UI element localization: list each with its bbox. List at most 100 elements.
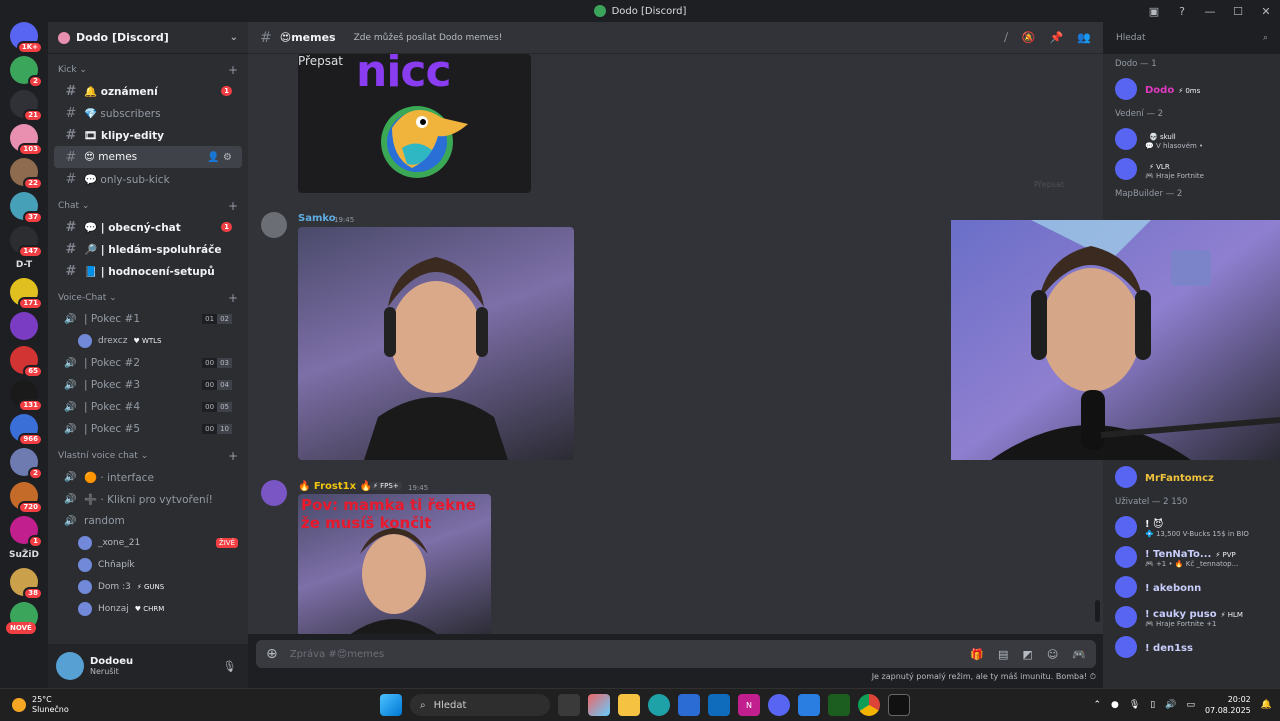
chevron-up-icon[interactable]: ⌃ xyxy=(1093,700,1101,710)
text-channel[interactable]: # 😍 memes 👤 ⚙ xyxy=(54,146,242,168)
taskbar-search[interactable]: ⌕ Hledat xyxy=(410,694,550,716)
text-channel[interactable]: # 🔎 | hledám-spoluhráče xyxy=(54,238,242,260)
frost-meme-image[interactable]: Pov: mamka ti řekne že musíš končit xyxy=(298,494,491,634)
server-icon[interactable]: 131 xyxy=(10,380,43,412)
text-channel[interactable]: # 🔔 oznámení 1 xyxy=(54,80,242,102)
text-channel[interactable]: # 📘 | hodnocení-setupů xyxy=(54,260,242,282)
task-view-icon[interactable] xyxy=(558,694,580,716)
member-item[interactable]: ! cauky puso ⚡ HLM 🎮 Hraje Fortnite +1 xyxy=(1103,602,1280,632)
message-author[interactable]: Samko xyxy=(298,213,336,224)
notification-bell-icon[interactable]: 🔕 xyxy=(1022,31,1036,45)
terminal-icon[interactable] xyxy=(828,694,850,716)
member-item[interactable]: Dodo ⚡ 0ms xyxy=(1103,74,1280,104)
avatar[interactable] xyxy=(261,480,287,506)
minimize-button[interactable]: — xyxy=(1196,5,1224,18)
copilot-icon[interactable] xyxy=(588,694,610,716)
text-channel[interactable]: # 💬 | obecný-chat 1 xyxy=(54,216,242,238)
server-icon[interactable]: 171 xyxy=(10,278,43,310)
voice-channel[interactable]: 🔊 | Pokec #2 00 03 xyxy=(54,352,242,374)
text-channel[interactable]: # 💬 only-sub-kick xyxy=(54,168,242,190)
voice-user[interactable]: Chňapík xyxy=(48,554,248,576)
search-input[interactable]: Hledat ⌕ xyxy=(1110,28,1274,48)
server-icon[interactable]: 21 xyxy=(10,90,43,122)
category-header[interactable]: Kick ⌄ + xyxy=(48,60,248,80)
next-icon[interactable]: N xyxy=(738,694,760,716)
windows-start-icon[interactable] xyxy=(380,694,402,716)
voice-channel[interactable]: 🔊 🟠 · interface xyxy=(54,466,242,488)
member-item[interactable]: ! TenNaTo... ⚡ PVP 🎮 +1 • 🔥 Kč _tennatop..… xyxy=(1103,542,1280,572)
member-item[interactable]: ! akebonn xyxy=(1103,572,1280,602)
voice-channel[interactable]: 🔊 | Pokec #3 00 04 xyxy=(54,374,242,396)
volume-icon[interactable]: 🔊 xyxy=(1165,700,1176,710)
help-icon[interactable]: ? xyxy=(1168,5,1196,18)
category-header[interactable]: Voice-Chat ⌄ + xyxy=(48,288,248,308)
server-label[interactable]: D-T xyxy=(0,260,48,270)
discord-icon[interactable] xyxy=(768,694,790,716)
gift-icon[interactable]: 🎁 xyxy=(970,648,984,661)
voice-user[interactable]: Dom :3 ⚡ GUNS xyxy=(48,576,248,598)
voice-channel[interactable]: 🔊 | Pokec #5 00 10 xyxy=(54,418,242,440)
add-channel-icon[interactable]: + xyxy=(228,199,238,213)
category-header[interactable]: Chat ⌄ + xyxy=(48,196,248,216)
voice-channel[interactable]: 🔊 ➕ · Klikni pro vytvoření! xyxy=(54,488,242,510)
server-label[interactable]: SuŽiD xyxy=(0,550,48,560)
server-icon[interactable]: 1 xyxy=(10,516,43,548)
weather-widget[interactable]: 25°C Slunečno xyxy=(0,695,69,715)
member-item[interactable]: ⚡ VLR 🎮 Hraje Fortnite xyxy=(1103,154,1280,184)
nicc-meme-image[interactable]: nicc Přepsat xyxy=(298,54,531,193)
text-channel[interactable]: # 💎 subscribers xyxy=(54,102,242,124)
epic-games-icon[interactable] xyxy=(888,694,910,716)
store-icon[interactable] xyxy=(678,694,700,716)
voice-channel[interactable]: 🔊 random xyxy=(54,510,242,532)
category-header[interactable]: Vlastní voice chat ⌄ + xyxy=(48,446,248,466)
server-icon[interactable]: 966 xyxy=(10,414,43,446)
server-icon[interactable]: 65 xyxy=(10,346,43,378)
new-servers-badge[interactable]: NOVÉ xyxy=(6,622,36,634)
message-author[interactable]: 🔥 Frost1x 🔥 xyxy=(298,481,372,492)
member-item[interactable]: ! den1ss xyxy=(1103,632,1280,662)
clock[interactable]: 20:02 07.08.2025 xyxy=(1205,694,1251,716)
server-icon[interactable] xyxy=(10,312,38,340)
scrollbar[interactable] xyxy=(1095,600,1100,622)
message-composer[interactable]: ⊕ Zpráva #😍memes 🎁 ▤ ◩ ☺ 🎮 xyxy=(256,640,1096,668)
voice-user[interactable]: _xone_21 ŽIVĚ xyxy=(48,532,248,554)
threads-icon[interactable]: ⧸ xyxy=(1004,31,1008,45)
chrome-icon[interactable] xyxy=(858,694,880,716)
server-icon[interactable]: 2 xyxy=(10,56,43,88)
server-icon[interactable]: 38 xyxy=(10,568,43,600)
microphone-icon[interactable]: 🎙 xyxy=(222,660,236,673)
app-icon[interactable] xyxy=(798,694,820,716)
edge-icon[interactable] xyxy=(648,694,670,716)
invite-settings-icon[interactable]: 👤 ⚙ xyxy=(207,152,232,163)
add-channel-icon[interactable]: + xyxy=(228,63,238,77)
voice-channel[interactable]: 🔊 | Pokec #1 01 02 xyxy=(54,308,242,330)
samko-meme-image[interactable] xyxy=(298,227,574,460)
server-icon[interactable]: 720 xyxy=(10,482,43,514)
outlook-icon[interactable] xyxy=(708,694,730,716)
tray-app-icon[interactable]: ● xyxy=(1111,700,1119,710)
avatar[interactable] xyxy=(56,652,84,680)
microphone-icon[interactable]: 🎙 xyxy=(1129,700,1140,710)
add-channel-icon[interactable]: + xyxy=(228,449,238,463)
member-item[interactable]: MrFantomcz xyxy=(1103,462,1280,492)
close-button[interactable]: ✕ xyxy=(1252,5,1280,18)
server-icon[interactable]: 22 xyxy=(10,158,43,190)
member-item[interactable]: 💀 skull 💬 V hlasovém • xyxy=(1103,124,1280,154)
inbox-icon[interactable]: ▣ xyxy=(1140,5,1168,18)
voice-user[interactable]: Honzaj ♥ CHRM xyxy=(48,598,248,620)
maximize-button[interactable]: ☐ xyxy=(1224,5,1252,18)
server-icon[interactable]: 103 xyxy=(10,124,43,156)
pin-icon[interactable]: 📌 xyxy=(1050,31,1064,45)
battery-icon[interactable]: ▭ xyxy=(1186,700,1195,710)
message-input[interactable]: Zpráva #😍memes xyxy=(290,649,384,660)
server-icon[interactable]: 2 xyxy=(10,448,43,480)
emoji-icon[interactable]: ☺ xyxy=(1047,648,1058,661)
add-channel-icon[interactable]: + xyxy=(228,291,238,305)
voice-user[interactable]: drexcz ♥ WTLS xyxy=(48,330,248,352)
voice-channel[interactable]: 🔊 | Pokec #4 00 05 xyxy=(54,396,242,418)
gif-icon[interactable]: ▤ xyxy=(998,648,1008,661)
activity-icon[interactable]: 🎮 xyxy=(1072,648,1086,661)
avatar[interactable] xyxy=(261,212,287,238)
file-explorer-icon[interactable] xyxy=(618,694,640,716)
text-channel[interactable]: # 🎞 klipy-edity xyxy=(54,124,242,146)
